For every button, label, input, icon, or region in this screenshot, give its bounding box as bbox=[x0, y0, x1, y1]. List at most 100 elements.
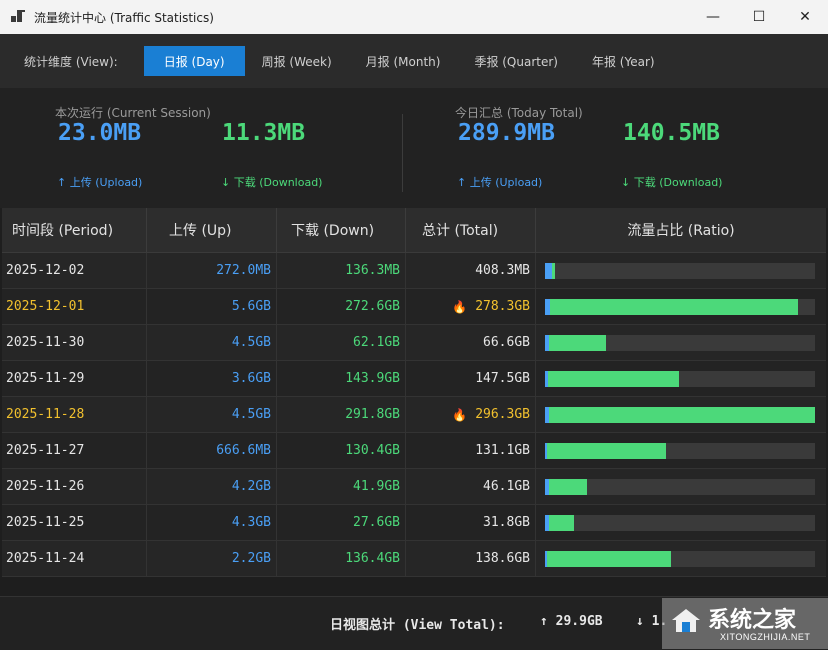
cell-total: 131.1GB bbox=[406, 433, 536, 468]
total-value: 408.3MB bbox=[475, 263, 530, 278]
table-row[interactable]: 2025-12-02 272.0MB 136.3MB 408.3MB bbox=[2, 253, 826, 289]
ratio-bar-download bbox=[549, 406, 815, 423]
cell-download: 272.6GB bbox=[277, 289, 406, 324]
cell-period: 2025-11-26 bbox=[2, 469, 147, 504]
cell-period: 2025-11-25 bbox=[2, 505, 147, 540]
ratio-bar bbox=[545, 442, 815, 459]
table-row[interactable]: 2025-11-28 4.5GB 291.8GB 🔥 296.3GB bbox=[2, 397, 826, 433]
tab-year[interactable]: 年报 (Year) bbox=[575, 46, 672, 76]
ratio-bar bbox=[545, 298, 815, 315]
today-download-value: 140.5MB bbox=[623, 120, 720, 146]
session-download-label: ↓ 下载 (Download) bbox=[221, 176, 323, 189]
maximize-button[interactable]: ☐ bbox=[736, 0, 782, 34]
ratio-bar-download bbox=[550, 298, 798, 315]
cell-upload: 3.6GB bbox=[147, 361, 277, 396]
ratio-bar-download bbox=[549, 478, 587, 495]
total-value: 278.3GB bbox=[475, 299, 530, 314]
ratio-bar bbox=[545, 514, 815, 531]
cell-period: 2025-11-24 bbox=[2, 541, 147, 576]
cell-download: 130.4GB bbox=[277, 433, 406, 468]
watermark-subtext: XITONGZHIJIA.NET bbox=[720, 632, 811, 642]
tab-day[interactable]: 日报 (Day) bbox=[143, 46, 245, 76]
table-row[interactable]: 2025-11-29 3.6GB 143.9GB 147.5GB bbox=[2, 361, 826, 397]
ratio-bar-download bbox=[547, 550, 671, 567]
view-label: 统计维度 (View): bbox=[24, 54, 118, 69]
total-value: 147.5GB bbox=[475, 371, 530, 386]
table-body: 2025-12-02 272.0MB 136.3MB 408.3MB 2025-12-0… bbox=[2, 253, 826, 577]
total-value: 66.6GB bbox=[483, 335, 530, 350]
ratio-bar bbox=[545, 478, 815, 495]
cell-period: 2025-11-30 bbox=[2, 325, 147, 360]
ratio-bar bbox=[545, 550, 815, 567]
cell-ratio bbox=[536, 361, 826, 396]
today-summary: 今日汇总 (Today Total) bbox=[455, 104, 583, 121]
cell-download: 27.6GB bbox=[277, 505, 406, 540]
cell-upload: 5.6GB bbox=[147, 289, 277, 324]
app-chart-icon bbox=[10, 9, 26, 25]
ratio-bar bbox=[545, 406, 815, 423]
cell-download: 143.9GB bbox=[277, 361, 406, 396]
cell-download: 291.8GB bbox=[277, 397, 406, 432]
session-upload-label: ↑ 上传 (Upload) bbox=[57, 176, 143, 189]
cell-upload: 4.5GB bbox=[147, 325, 277, 360]
table-row[interactable]: 2025-11-25 4.3GB 27.6GB 31.8GB bbox=[2, 505, 826, 541]
cell-ratio bbox=[536, 325, 826, 360]
cell-upload: 4.2GB bbox=[147, 469, 277, 504]
cell-upload: 272.0MB bbox=[147, 253, 277, 288]
header-download[interactable]: 下载 (Down) bbox=[277, 208, 406, 252]
cell-total: 147.5GB bbox=[406, 361, 536, 396]
total-value: 138.6GB bbox=[475, 551, 530, 566]
table-row[interactable]: 2025-11-27 666.6MB 130.4GB 131.1GB bbox=[2, 433, 826, 469]
table-row[interactable]: 2025-12-01 5.6GB 272.6GB 🔥 278.3GB bbox=[2, 289, 826, 325]
cell-period: 2025-11-29 bbox=[2, 361, 147, 396]
window-title: 流量统计中心 (Traffic Statistics) bbox=[34, 10, 214, 25]
cell-upload: 4.3GB bbox=[147, 505, 277, 540]
cell-total: 31.8GB bbox=[406, 505, 536, 540]
today-label: 今日汇总 (Today Total) bbox=[455, 106, 583, 120]
cell-ratio bbox=[536, 253, 826, 288]
cell-download: 136.3MB bbox=[277, 253, 406, 288]
cell-ratio bbox=[536, 469, 826, 504]
ratio-bar bbox=[545, 262, 815, 279]
table-row[interactable]: 2025-11-24 2.2GB 136.4GB 138.6GB bbox=[2, 541, 826, 577]
cell-total: 46.1GB bbox=[406, 469, 536, 504]
site-watermark: 系统之家 XITONGZHIJIA.NET bbox=[662, 598, 828, 649]
header-period[interactable]: 时间段 (Period) bbox=[2, 208, 147, 252]
cell-total: 408.3MB bbox=[406, 253, 536, 288]
view-total-upload: ↑ 29.9GB bbox=[540, 614, 603, 629]
cell-ratio bbox=[536, 433, 826, 468]
cell-upload: 2.2GB bbox=[147, 541, 277, 576]
ratio-bar bbox=[545, 370, 815, 387]
total-value: 296.3GB bbox=[475, 407, 530, 422]
cell-download: 136.4GB bbox=[277, 541, 406, 576]
minimize-button[interactable]: — bbox=[690, 0, 736, 34]
cell-download: 62.1GB bbox=[277, 325, 406, 360]
cell-download: 41.9GB bbox=[277, 469, 406, 504]
tab-week[interactable]: 周报 (Week) bbox=[245, 46, 349, 76]
watermark-text: 系统之家 bbox=[708, 608, 797, 633]
ratio-bar-upload bbox=[545, 262, 552, 279]
total-value: 31.8GB bbox=[483, 515, 530, 530]
close-button[interactable]: ✕ bbox=[782, 0, 828, 34]
table-row[interactable]: 2025-11-30 4.5GB 62.1GB 66.6GB bbox=[2, 325, 826, 361]
today-upload-label: ↑ 上传 (Upload) bbox=[457, 176, 543, 189]
header-ratio[interactable]: 流量占比 (Ratio) bbox=[536, 208, 826, 252]
traffic-table: 时间段 (Period) 上传 (Up) 下载 (Down) 总计 (Total… bbox=[2, 208, 826, 577]
session-summary: 本次运行 (Current Session) bbox=[55, 104, 211, 121]
view-selector-bar: 统计维度 (View): 日报 (Day) 周报 (Week) 月报 (Mont… bbox=[0, 34, 828, 88]
ratio-bar-download bbox=[552, 262, 555, 279]
cell-total: 🔥 278.3GB bbox=[406, 289, 536, 324]
cell-ratio bbox=[536, 397, 826, 432]
summary-panel: 本次运行 (Current Session) 23.0MB 11.3MB ↑ 上… bbox=[0, 88, 828, 208]
cell-upload: 666.6MB bbox=[147, 433, 277, 468]
header-total[interactable]: 总计 (Total) bbox=[406, 208, 536, 252]
table-header: 时间段 (Period) 上传 (Up) 下载 (Down) 总计 (Total… bbox=[2, 208, 826, 253]
house-logo-icon bbox=[672, 609, 700, 632]
table-row[interactable]: 2025-11-26 4.2GB 41.9GB 46.1GB bbox=[2, 469, 826, 505]
session-upload-value: 23.0MB bbox=[58, 120, 142, 146]
cell-ratio bbox=[536, 505, 826, 540]
tab-month[interactable]: 月报 (Month) bbox=[349, 46, 458, 76]
header-upload[interactable]: 上传 (Up) bbox=[147, 208, 277, 252]
session-label: 本次运行 (Current Session) bbox=[55, 106, 211, 120]
tab-quarter[interactable]: 季报 (Quarter) bbox=[457, 46, 575, 76]
